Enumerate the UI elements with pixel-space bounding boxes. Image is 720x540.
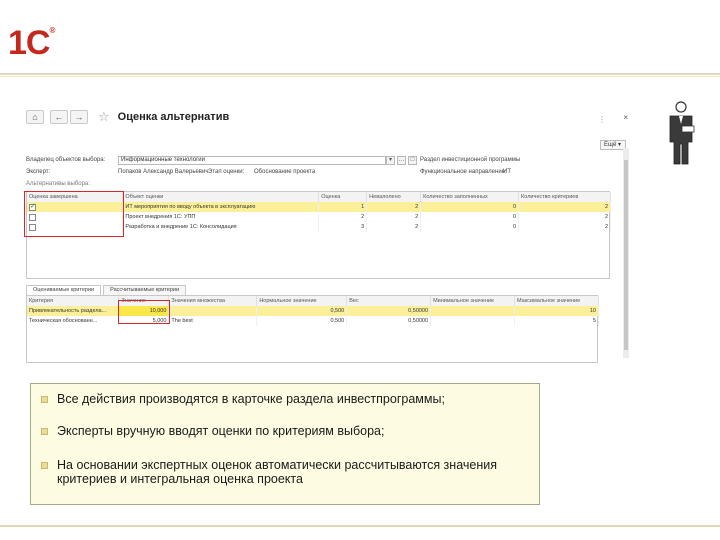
criteria-table: Критерия Значение Значения множества Нор… (26, 295, 599, 363)
highlight-frame (24, 191, 124, 237)
back-button[interactable]: ← (50, 110, 68, 124)
filled-cell[interactable]: 0 (420, 212, 520, 222)
criterion-cell[interactable]: Привлекательность раздела... (27, 306, 120, 316)
col-header[interactable]: Невалолено (366, 192, 422, 202)
header-divider (0, 73, 720, 75)
bullet-marker (41, 428, 48, 435)
object-cell[interactable]: ИТ мероприятия по вводу объекта в эксплу… (122, 202, 320, 212)
col-header[interactable]: Критерия (27, 296, 120, 306)
bullet-item: Все действия производятся в карточке раз… (41, 392, 445, 406)
max-cell[interactable]: 5 (514, 316, 599, 326)
forward-button[interactable]: → (70, 110, 88, 124)
criteria-cell[interactable]: 2 (518, 222, 611, 232)
expert-label: Эксперт: (26, 169, 51, 175)
close-icon[interactable]: × (623, 113, 628, 122)
unfilled-cell[interactable]: 2 (366, 202, 422, 212)
set-cell[interactable]: The best (168, 316, 258, 326)
stage-label: Этап оценки: (208, 169, 245, 175)
section-label: Раздел инвестиционной программы (420, 157, 521, 163)
tab-calculated-criteria[interactable]: Рассчитываемые критерии (103, 285, 187, 295)
score-cell[interactable]: 1 (318, 202, 368, 212)
footer-divider (0, 525, 720, 527)
col-header[interactable]: Количество заполненных (420, 192, 520, 202)
bullet-text: Все действия производятся в карточке раз… (57, 392, 445, 406)
unfilled-cell[interactable]: 2 (366, 212, 422, 222)
col-header[interactable]: Вес (346, 296, 432, 306)
filled-cell[interactable]: 0 (420, 222, 520, 232)
col-header[interactable]: Нормальное значение (256, 296, 348, 306)
tab-evaluated-criteria[interactable]: Оцениваемые критерии (26, 285, 102, 295)
col-header[interactable]: Максимальное значение (514, 296, 599, 306)
table-row[interactable]: Техническая обоснованн... 5,000 The best… (27, 316, 599, 326)
bullet-item: Эксперты вручную вводят оценки по критер… (41, 424, 384, 438)
bullet-marker (41, 396, 48, 403)
object-cell[interactable]: Разработка и внедрение 1С: Консолидация (122, 222, 320, 232)
bullet-callout: Все действия производятся в карточке раз… (30, 383, 540, 505)
criterion-cell[interactable]: Техническая обоснованн... (27, 316, 120, 326)
owner-field[interactable]: Информационные технологии (118, 156, 386, 165)
bullet-marker (41, 462, 48, 469)
criteria-tabs: Оцениваемые критерии Рассчитываемые крит… (26, 285, 188, 295)
weight-cell[interactable]: 0,50000 (346, 316, 432, 326)
owner-select-button[interactable]: … (397, 156, 406, 165)
weight-cell[interactable]: 0,50000 (346, 306, 432, 316)
owner-open-button[interactable]: □ (408, 156, 417, 165)
score-cell[interactable]: 2 (318, 212, 368, 222)
home-button[interactable]: ⌂ (26, 110, 44, 124)
normal-cell[interactable]: 0,500 (256, 306, 348, 316)
slide: 1С® ⌂ ← → ☆ Оценка альтернатив ⋮ × Ещё ▾… (0, 0, 720, 540)
more-actions-icon[interactable]: ⋮ (598, 115, 606, 124)
logo-registered-mark: ® (49, 26, 55, 35)
object-cell[interactable]: Проект внедрения 1С: УПП (122, 212, 320, 222)
direction-value[interactable]: ИТ (503, 169, 511, 175)
chevron-down-icon: ▾ (388, 157, 392, 163)
direction-label: Функциональное направление: (420, 169, 507, 175)
star-icon[interactable]: ☆ (98, 109, 110, 125)
criteria-cell[interactable]: 2 (518, 212, 611, 222)
home-icon: ⌂ (32, 112, 38, 122)
col-header[interactable]: Значения множества (168, 296, 258, 306)
normal-cell[interactable]: 0,500 (256, 316, 348, 326)
expert-value[interactable]: Попаков Александр Валерьевич (118, 169, 208, 175)
max-cell[interactable]: 10 (514, 306, 599, 316)
bullet-text: На основании экспертных оценок автоматич… (57, 458, 497, 486)
window-title: Оценка альтернатив (117, 111, 230, 123)
col-header[interactable]: Количество критериев (518, 192, 611, 202)
scrollbar-thumb[interactable] (624, 160, 628, 350)
filled-cell[interactable]: 0 (420, 202, 520, 212)
owner-label: Владелец объектов выбора: (26, 157, 106, 163)
arrow-left-icon: ← (54, 112, 64, 122)
col-header[interactable]: Минимальное значение (430, 296, 515, 306)
bullet-item: На основании экспертных оценок автоматич… (41, 458, 521, 486)
bullet-text: Эксперты вручную вводят оценки по критер… (57, 424, 385, 438)
stage-value[interactable]: Обоснование проекта (254, 169, 315, 175)
score-cell[interactable]: 3 (318, 222, 368, 232)
col-header[interactable]: Оценка (318, 192, 368, 202)
owner-dropdown-button[interactable]: ▾ (386, 156, 395, 165)
min-cell[interactable] (430, 306, 515, 316)
arrow-right-icon: → (74, 112, 84, 122)
header-divider-thin (0, 76, 720, 77)
set-cell[interactable] (168, 306, 258, 316)
businessman-icon (669, 101, 695, 165)
highlight-frame-value (118, 300, 170, 324)
criteria-cell[interactable]: 2 (518, 202, 611, 212)
table-header-row: Критерия Значение Значения множества Нор… (27, 296, 599, 306)
unfilled-cell[interactable]: 2 (366, 222, 422, 232)
logo-text: 1С (8, 24, 50, 62)
1c-logo: 1С® (8, 24, 55, 63)
alternatives-label: Альтернативы выбора: (26, 181, 90, 187)
window-toolbar: ⌂ ← → ☆ Оценка альтернатив (26, 109, 229, 125)
table-row[interactable]: Привлекательность раздела... 10,000 0,50… (27, 306, 599, 316)
min-cell[interactable] (430, 316, 515, 326)
col-header[interactable]: Объект оценки (122, 192, 320, 202)
